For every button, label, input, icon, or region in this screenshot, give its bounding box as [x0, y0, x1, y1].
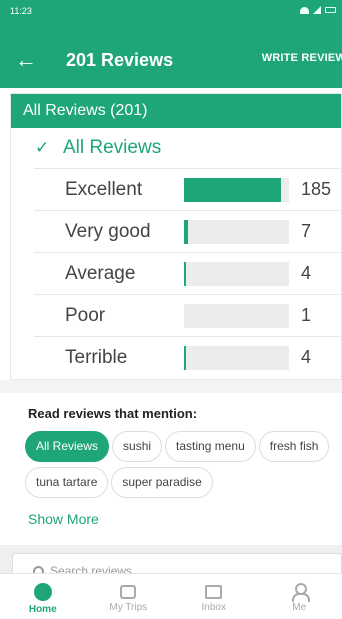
- rating-bar: [184, 345, 289, 370]
- rating-bar-fill: [184, 177, 281, 202]
- mention-chip[interactable]: All Reviews: [25, 431, 110, 462]
- rating-bar-fill: [184, 345, 187, 370]
- rating-label: Excellent: [65, 178, 143, 200]
- mention-chip[interactable]: tuna tartare: [25, 467, 109, 498]
- rating-bar: [184, 219, 289, 244]
- trips-icon: [120, 585, 137, 599]
- all-reviews-label: All Reviews: [63, 137, 162, 158]
- rating-bar-fill: [184, 261, 187, 286]
- nav-home[interactable]: Home: [0, 574, 86, 619]
- app-bar: ← 201 Reviews WRITE REVIEW: [0, 32, 342, 88]
- nav-inbox-label: Inbox: [201, 602, 226, 613]
- write-review-button[interactable]: WRITE REVIEW: [262, 52, 342, 64]
- nav-me-label: Me: [292, 602, 307, 613]
- rating-count: 7: [301, 221, 312, 241]
- status-time: 11:23: [10, 6, 32, 16]
- rating-count: 4: [301, 263, 312, 283]
- reviews-filter-panel: All Reviews (201) ✓ All Reviews Excellen…: [10, 93, 342, 380]
- rating-count: 185: [301, 179, 332, 199]
- rating-label: Poor: [65, 304, 106, 326]
- rating-row-terrible[interactable]: Terrible 4: [34, 336, 341, 378]
- all-reviews-option[interactable]: ✓ All Reviews: [11, 128, 341, 168]
- checkmark-icon: ✓: [35, 138, 50, 157]
- search-area: Search reviews: [0, 545, 342, 593]
- mention-chip[interactable]: sushi: [112, 431, 163, 462]
- nav-my-trips-label: My Trips: [109, 602, 148, 613]
- inbox-icon: [205, 585, 223, 599]
- rating-label: Very good: [65, 220, 151, 242]
- nav-home-label: Home: [28, 604, 57, 615]
- status-icons: [300, 6, 336, 14]
- rating-bar: [184, 303, 289, 328]
- back-button[interactable]: ←: [0, 32, 52, 88]
- mention-chips: All Reviews sushi tasting menu fresh fish tu…: [25, 431, 335, 503]
- rating-count: 1: [301, 305, 312, 325]
- rating-row-excellent[interactable]: Excellent 185: [34, 168, 341, 210]
- wifi-icon: [300, 6, 309, 14]
- rating-bar-fill: [184, 219, 188, 244]
- mention-title: Read reviews that mention:: [28, 406, 198, 421]
- page-title: 201 Reviews: [66, 49, 174, 70]
- rating-bar: [184, 177, 289, 202]
- panel-header: All Reviews (201): [11, 94, 341, 128]
- mention-section: Read reviews that mention: All Reviews su…: [0, 393, 342, 543]
- show-more-link[interactable]: Show More: [28, 511, 342, 527]
- rating-count: 4: [301, 347, 312, 367]
- nav-my-trips[interactable]: My Trips: [86, 574, 172, 619]
- home-compass-icon: [33, 583, 52, 601]
- nav-inbox[interactable]: Inbox: [171, 574, 257, 619]
- signal-icon: [313, 6, 321, 14]
- nav-me[interactable]: Me: [257, 574, 342, 619]
- arrow-left-icon: ←: [15, 47, 37, 72]
- profile-icon: [291, 583, 311, 602]
- rating-row-average[interactable]: Average 4: [34, 252, 341, 294]
- rating-bar: [184, 261, 289, 286]
- mention-chip[interactable]: fresh fish: [258, 431, 330, 462]
- rating-row-very-good[interactable]: Very good 7: [34, 210, 341, 252]
- battery-icon: [325, 7, 336, 13]
- bottom-nav: Home My Trips Inbox Me: [0, 573, 342, 619]
- mention-chip[interactable]: tasting menu: [165, 431, 256, 462]
- rating-label: Terrible: [65, 346, 128, 368]
- mention-chip[interactable]: super paradise: [111, 467, 213, 498]
- section-divider: [0, 380, 342, 393]
- rating-label: Average: [65, 262, 136, 284]
- status-bar: 11:23: [0, 0, 342, 32]
- rating-row-poor[interactable]: Poor 1: [34, 294, 341, 336]
